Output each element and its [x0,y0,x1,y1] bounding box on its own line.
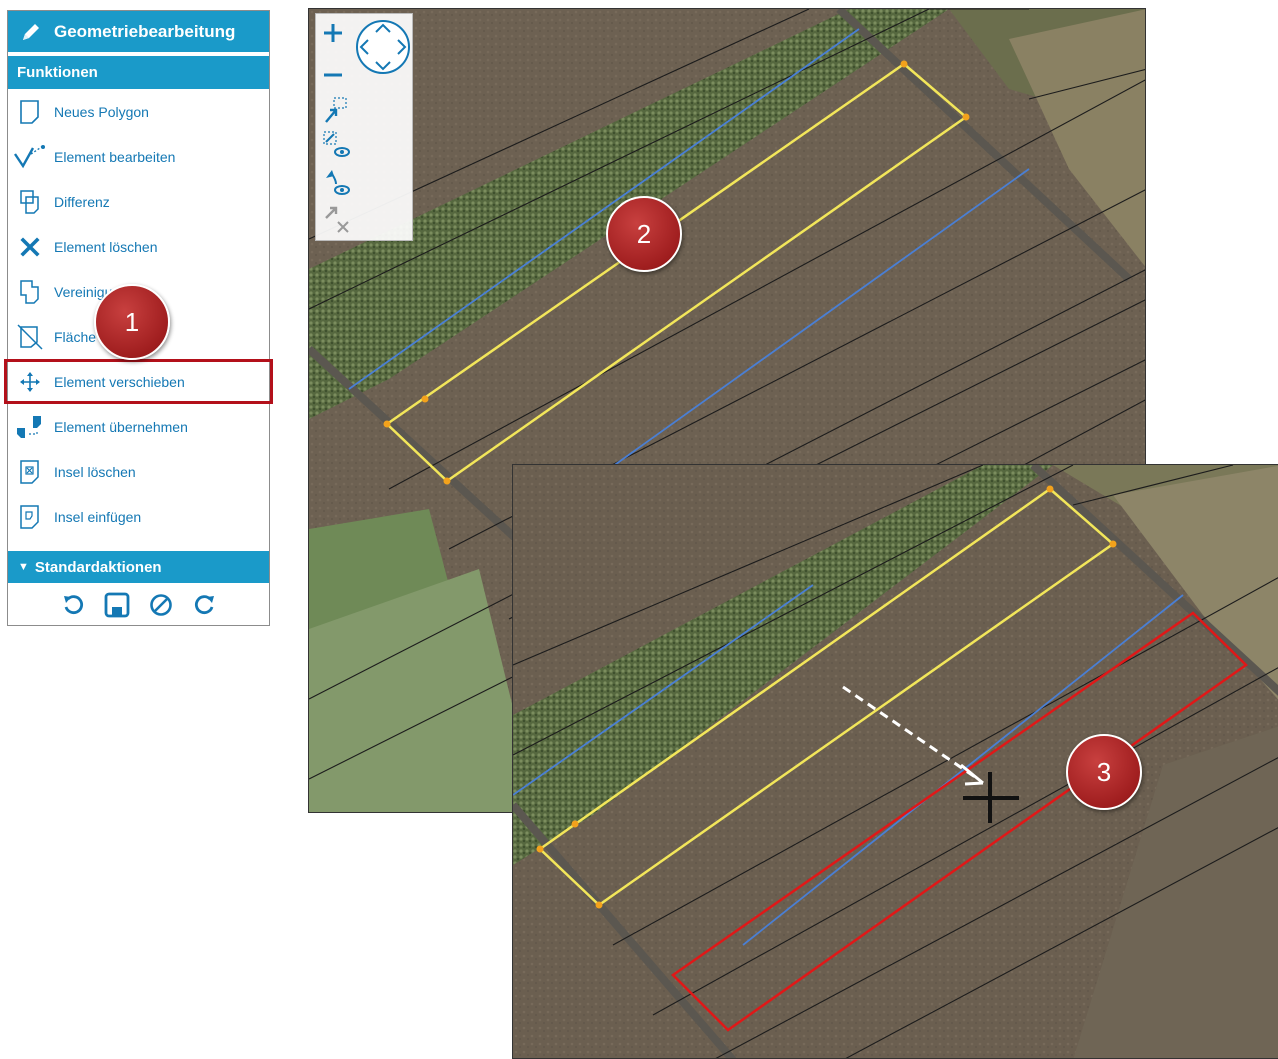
zoom-in-icon[interactable] [322,22,344,44]
step-badge-3: 3 [1066,734,1142,810]
split-area-icon [10,322,50,352]
badge-number: 1 [124,306,140,337]
fn-label: Insel löschen [54,463,136,480]
pencil-icon [23,23,39,40]
edit-element-icon [10,142,50,172]
step-badge-2: 2 [606,196,682,272]
difference-icon [10,187,50,217]
new-polygon-icon [10,97,50,127]
clear-selection-icon[interactable] [322,204,352,236]
fn-delete-element[interactable]: Element löschen [8,224,269,269]
panel-title: Geometriebearbeitung [54,21,236,41]
fn-delete-island[interactable]: Insel löschen [8,449,269,494]
delete-icon [10,232,50,262]
zoom-out-icon[interactable] [322,64,344,86]
pan-control-icon[interactable] [354,18,412,76]
step-badge-1: 1 [94,284,170,360]
badge-number: 3 [1096,756,1112,787]
delete-island-icon [10,457,50,487]
functions-section-header: Funktionen [8,56,269,89]
panel-header: Geometriebearbeitung [8,11,269,56]
standard-actions-title: Standardaktionen [34,558,162,576]
union-icon [10,277,50,307]
redo-icon[interactable] [192,592,218,618]
fn-difference[interactable]: Differenz [8,179,269,224]
zoom-box-icon[interactable] [322,96,348,126]
fn-label: Neues Polygon [54,103,149,120]
map-navigation-controls [315,13,413,241]
fn-move-element[interactable]: Element verschieben [4,359,273,404]
fn-label: Element übernehmen [54,418,188,435]
zoom-extent-view-icon[interactable] [322,130,352,160]
fn-label: Differenz [54,193,110,210]
map-view-after[interactable] [512,464,1278,1059]
standard-actions-header[interactable]: ▼ Standardaktionen [8,551,269,583]
insert-island-icon [10,502,50,532]
aerial-imagery [513,465,1278,1058]
caret-down-icon: ▼ [18,561,29,573]
fn-adopt-element[interactable]: Element übernehmen [8,404,269,449]
standard-actions-bar [8,587,269,623]
undo-icon[interactable] [60,592,86,618]
move-icon [10,367,50,397]
previous-view-icon[interactable] [322,166,352,198]
fn-label: Element verschieben [54,373,185,390]
adopt-element-icon [10,412,50,442]
badge-number: 2 [636,218,652,249]
save-icon[interactable] [104,592,130,618]
functions-section-title: Funktionen [17,64,98,81]
fn-label: Insel einfügen [54,508,142,525]
fn-edit-element[interactable]: Element bearbeiten [8,134,269,179]
fn-label: Element löschen [54,238,158,255]
fn-insert-island[interactable]: Insel einfügen [8,494,269,539]
fn-label: Element bearbeiten [54,148,176,165]
cancel-icon[interactable] [148,592,174,618]
fn-new-polygon[interactable]: Neues Polygon [8,89,269,134]
